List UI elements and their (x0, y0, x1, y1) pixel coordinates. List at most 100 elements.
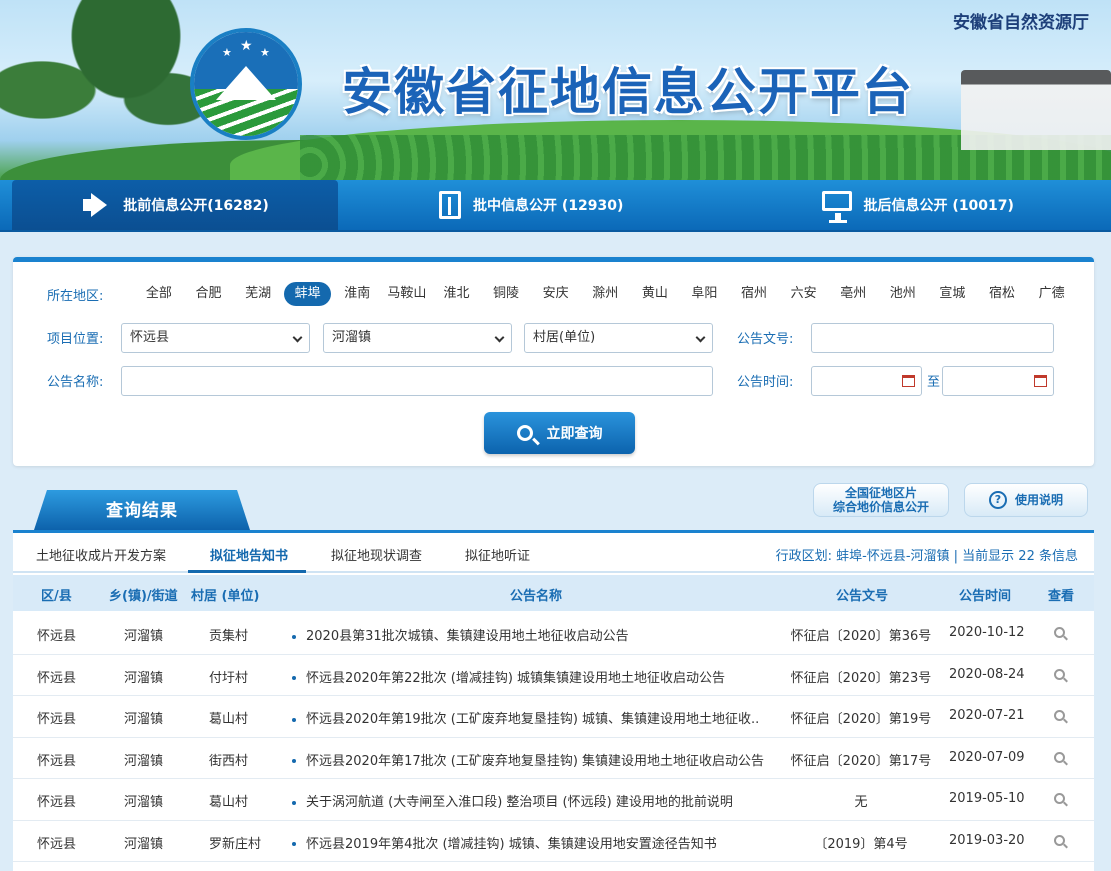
cell-doc: 〔2019〕第4号 (814, 836, 908, 852)
bullet-icon (292, 759, 296, 763)
cell-county: 怀远县 (37, 629, 77, 644)
search-button[interactable]: 立即查询 (484, 412, 635, 454)
region-option[interactable]: 全部 (135, 282, 182, 306)
region-option[interactable]: 池州 (879, 282, 926, 306)
cell-name[interactable]: 怀远县2019年第4批次 (增减挂钩) 城镇、集镇建设用地安置途径告知书 (292, 833, 717, 852)
help-icon: ? (988, 491, 1007, 509)
view-icon[interactable] (1054, 668, 1065, 680)
region-option[interactable]: 安庆 (532, 282, 579, 306)
tab-development-plan[interactable]: 土地征收成片开发方案 (36, 545, 166, 564)
region-option[interactable]: 合肥 (185, 282, 232, 306)
date-to-input[interactable] (942, 366, 1054, 396)
column-header: 公告文号 (836, 589, 889, 604)
cell-village: 葛山村 (209, 712, 249, 727)
column-header: 查看 (1048, 589, 1075, 604)
notice-name-link[interactable]: 怀远县2020年第17批次 (工矿废弃地复垦挂钩) 集镇建设用地土地征收启动公告 (306, 754, 764, 769)
table-row[interactable]: 怀远县 河溜镇 罗新庄村 怀远县2019年第4批次 (增减挂钩) 城镇、集镇建设用地安… (13, 821, 1094, 862)
cell-village: 付圩村 (209, 670, 249, 686)
region-option[interactable]: 滁州 (582, 282, 629, 306)
column-header: 村居 (单位) (191, 589, 260, 604)
land-price-button[interactable]: 全国征地区片 综合地价信息公开 (813, 483, 949, 517)
help-button-label: 使用说明 (1014, 493, 1063, 507)
notice-name-link[interactable]: 2020县第31批次城镇、集镇建设用地土地征收启动公告 (306, 629, 629, 644)
view-icon[interactable] (1054, 751, 1065, 763)
land-price-line1: 全国征地区片 (844, 486, 917, 500)
search-icon (516, 425, 533, 441)
village-select[interactable]: 村居(单位) (524, 323, 713, 353)
notice-name-link[interactable]: 怀远县2019年第4批次 (增减挂钩) 城镇、集镇建设用地安置途径告知书 (306, 837, 717, 852)
search-button-label: 立即查询 (546, 426, 603, 442)
search-panel: 所在地区: 全部 合肥 芜湖 蚌埠 淮南 马鞍山 淮北 铜陵 安庆 滁州 黄山 阜阳 宿州 六安 亳州 池州宣… (13, 257, 1094, 466)
cell-name[interactable]: 怀远县2020年第22批次 (增减挂钩) 城镇集镇建设用地土地征收启动公告 (292, 667, 725, 686)
town-select[interactable]: 河溜镇 (323, 323, 512, 353)
date-from-input[interactable] (811, 366, 922, 396)
location-label: 项目位置: (47, 332, 104, 347)
doc-no-input[interactable] (811, 323, 1054, 353)
nav-label: 批后信息公开 (10017) (863, 198, 1014, 214)
region-option[interactable]: 阜阳 (681, 282, 728, 306)
column-header: 区/县 (41, 589, 72, 604)
cell-name[interactable]: 2020县第31批次城镇、集镇建设用地土地征收启动公告 (292, 625, 629, 644)
region-option[interactable]: 宣城 (929, 282, 976, 306)
org-name: 安徽省自然资源厅 (953, 13, 1089, 33)
site-emblem-logo: ★ ★ ★ (190, 28, 302, 140)
view-icon[interactable] (1054, 627, 1065, 638)
cell-doc: 无 (854, 795, 868, 810)
region-option[interactable]: 宿州 (731, 282, 778, 306)
cell-town: 河溜镇 (124, 670, 164, 686)
region-option[interactable]: 马鞍山 (383, 282, 430, 306)
table-row[interactable]: 怀远县 河溜镇 葛山村 怀远县2020年第19批次 (工矿废弃地复垦挂钩) 城镇、集镇… (13, 696, 1094, 738)
nav-in-approval[interactable]: 批中信息公开 (12930) (338, 180, 725, 230)
date-to-label: 至 (927, 375, 941, 390)
region-option[interactable]: 淮南 (334, 282, 381, 306)
cell-name[interactable]: 怀远县2020年第17批次 (工矿废弃地复垦挂钩) 集镇建设用地土地征收启动公告 (292, 750, 764, 769)
bullet-icon (292, 800, 296, 805)
calendar-icon[interactable] (1034, 375, 1047, 387)
cell-village: 贡集村 (209, 629, 249, 644)
region-label: 所在地区: (47, 288, 104, 304)
notice-name-link[interactable]: 怀远县2020年第19批次 (工矿废弃地复垦挂钩) 城镇、集镇建设用地土地征收.… (306, 712, 759, 727)
nav-post-approval[interactable]: 批后信息公开 (10017) (725, 180, 1111, 230)
region-option[interactable]: 六安 (780, 282, 827, 306)
region-option[interactable]: 黄山 (631, 282, 678, 306)
view-icon[interactable] (1054, 710, 1065, 721)
region-option[interactable]: 淮北 (433, 282, 480, 306)
view-icon[interactable] (1054, 834, 1065, 846)
table-header: 区/县 乡(镇)/街道 村居 (单位) 公告名称 公告文号 公告时间 查看 (13, 575, 1094, 611)
calendar-icon[interactable] (902, 375, 915, 387)
village-select-value: 村居(单位) (533, 330, 596, 345)
cell-date: 2020-10-12 (949, 625, 1025, 640)
cell-doc: 怀征启〔2020〕第19号 (790, 712, 932, 727)
table-row[interactable]: 怀远县 河溜镇 付圩村 怀远县2020年第22批次 (增减挂钩) 城镇集镇建设用地土地… (13, 655, 1094, 696)
nav-pre-approval[interactable]: 批前信息公开(16282) (12, 180, 338, 230)
cell-town: 河溜镇 (124, 836, 164, 852)
cell-name[interactable]: 怀远县2020年第19批次 (工矿废弃地复垦挂钩) 城镇、集镇建设用地土地征收.… (292, 708, 759, 727)
region-option[interactable]: 芜湖 (235, 282, 282, 306)
monitor-icon (821, 191, 852, 223)
tab-notice[interactable]: 拟征地告知书 (210, 545, 288, 564)
tab-hearing[interactable]: 拟征地听证 (465, 545, 530, 564)
cell-name[interactable]: 关于涡河航道 (大寺闸至入淮口段) 整治项目 (怀远段) 建设用地的批前说明 (292, 791, 733, 810)
region-option[interactable]: 宿松 (978, 282, 1025, 306)
view-icon[interactable] (1054, 793, 1065, 804)
region-option[interactable]: 铜陵 (483, 282, 530, 306)
cell-county: 怀远县 (37, 795, 77, 810)
name-input[interactable] (121, 366, 713, 396)
tab-survey[interactable]: 拟征地现状调查 (331, 545, 422, 564)
header-banner: ★ ★ ★ 安徽省征地信息公开平台 安徽省自然资源厅 (0, 0, 1111, 180)
region-option[interactable]: 蚌埠 (284, 282, 332, 306)
region-option[interactable]: 广德 (1028, 282, 1075, 306)
table-row[interactable]: 怀远县 河溜镇 贡集村 2020县第31批次城镇、集镇建设用地土地征收启动公告 怀征启〔… (13, 613, 1094, 655)
cell-village: 街西村 (209, 753, 249, 769)
region-option[interactable]: 亳州 (830, 282, 877, 306)
notice-name-link[interactable]: 怀远县2020年第22批次 (增减挂钩) 城镇集镇建设用地土地征收启动公告 (306, 671, 725, 686)
table-row[interactable]: 怀远县 河溜镇 街西村 怀远县2020年第17批次 (工矿废弃地复垦挂钩) 集镇建设用… (13, 738, 1094, 779)
county-select-value: 怀远县 (130, 330, 170, 345)
table-row[interactable]: 怀远县 河溜镇 葛山村 关于涡河航道 (大寺闸至入淮口段) 整治项目 (怀远段) 建设… (13, 779, 1094, 821)
help-button[interactable]: ? 使用说明 (964, 483, 1088, 517)
cell-village: 罗新庄村 (209, 836, 262, 852)
region-info: 行政区划: 蚌埠-怀远县-河溜镇 | 当前显示 22 条信息 (775, 549, 1078, 564)
notice-name-link[interactable]: 关于涡河航道 (大寺闸至入淮口段) 整治项目 (怀远段) 建设用地的批前说明 (306, 795, 733, 810)
town-select-value: 河溜镇 (332, 330, 372, 345)
county-select[interactable]: 怀远县 (121, 323, 310, 353)
